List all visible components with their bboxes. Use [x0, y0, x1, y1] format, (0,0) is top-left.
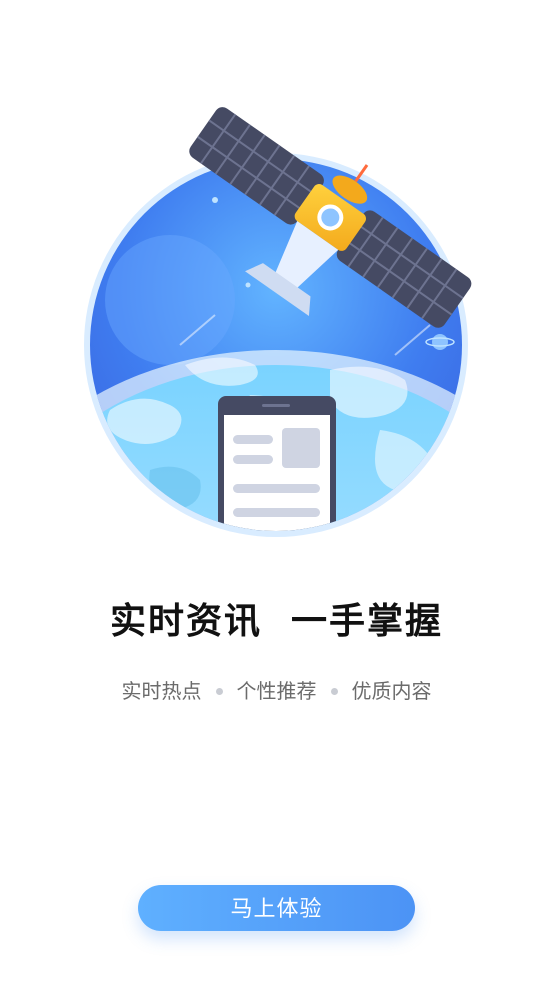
separator-dot [215, 687, 223, 695]
feature-item-quality: 优质内容 [351, 679, 432, 703]
separator-dot [330, 687, 338, 695]
satellite-illustration [84, 107, 472, 537]
phone-graphic [218, 396, 336, 531]
feature-list: 实时热点 个性推荐 优质内容 [0, 676, 553, 706]
try-now-button[interactable]: 马上体验 [138, 885, 415, 931]
page-headline: 实时资讯 一手掌握 [109, 601, 444, 642]
feature-item-hot: 实时热点 [121, 679, 202, 703]
feature-item-personalized: 个性推荐 [236, 679, 317, 703]
